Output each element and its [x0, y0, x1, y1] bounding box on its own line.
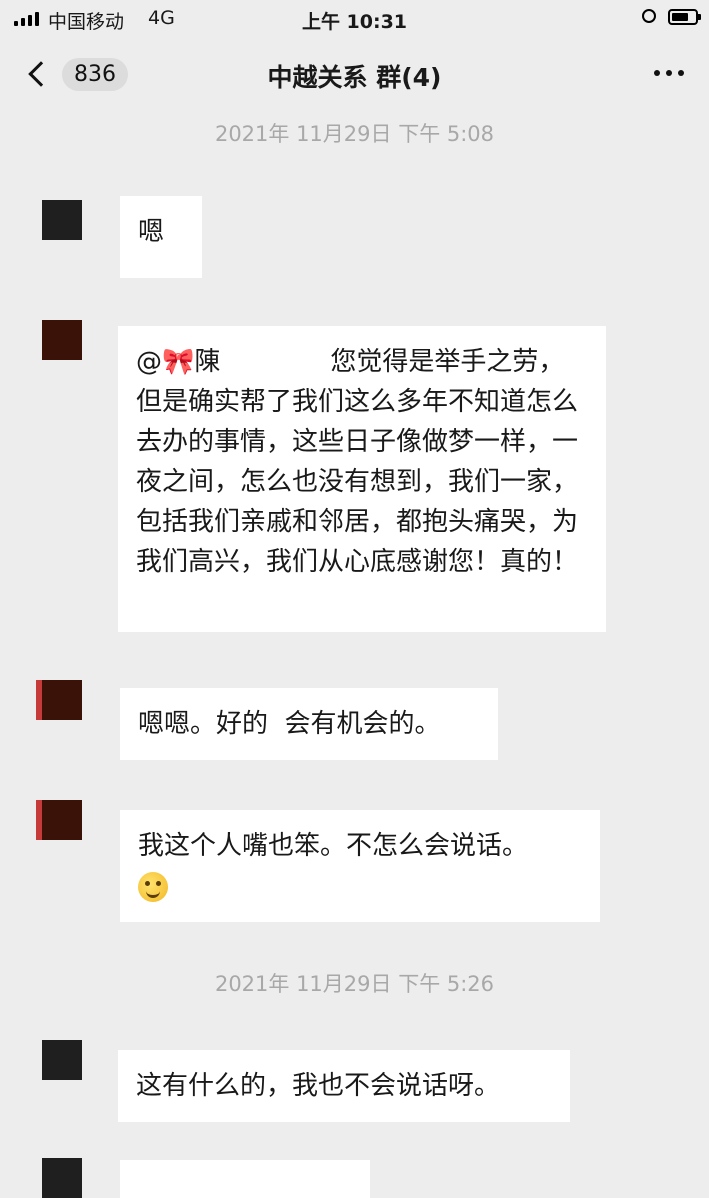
- message-text: 嗯嗯。好的 会有机会的。: [138, 709, 441, 739]
- avatar[interactable]: [42, 1040, 82, 1080]
- orientation-lock-icon: [642, 9, 656, 23]
- chat-timestamp: 2021年 11月29日 下午 5:08: [214, 122, 495, 146]
- message-bubble[interactable]: 这有什么的，我也不会说话呀。: [118, 1050, 570, 1122]
- avatar[interactable]: [42, 800, 82, 840]
- chat-timestamp: 2021年 11月29日 下午 5:26: [214, 972, 495, 996]
- status-time: 上午 10:31: [301, 11, 408, 33]
- status-bar: 中国移动 4G 上午 10:31: [0, 0, 709, 38]
- message-bubble[interactable]: [120, 1160, 370, 1198]
- avatar[interactable]: [42, 200, 82, 240]
- chat-header: 836 中越关系 群(4): [0, 40, 709, 110]
- avatar[interactable]: [42, 680, 82, 720]
- avatar[interactable]: [42, 1158, 82, 1198]
- message-text: @🎀陳 您觉得是举手之劳，但是确实帮了我们这么多年不知道怎么去办的事情，这些日子像…: [136, 347, 579, 577]
- laugh-cry-emoji-icon: [138, 871, 168, 902]
- more-dots-icon: [654, 70, 660, 76]
- message-bubble[interactable]: 我这个人嘴也笨。不怎么会说话。: [120, 810, 600, 922]
- avatar[interactable]: [42, 320, 82, 360]
- message-text: 嗯: [138, 217, 165, 247]
- message-bubble[interactable]: @🎀陳 您觉得是举手之劳，但是确实帮了我们这么多年不知道怎么去办的事情，这些日子像…: [118, 326, 606, 632]
- battery-icon: [668, 9, 701, 25]
- message-bubble[interactable]: 嗯嗯。好的 会有机会的。: [120, 688, 498, 760]
- message-bubble[interactable]: 嗯: [120, 196, 202, 278]
- more-options-button[interactable]: [654, 70, 684, 76]
- chat-title: 中越关系 群(4): [267, 63, 442, 92]
- message-text: 我这个人嘴也笨。不怎么会说话。: [138, 831, 529, 861]
- message-text: 这有什么的，我也不会说话呀。: [136, 1071, 501, 1101]
- mention-tag[interactable]: @🎀陳: [136, 347, 220, 377]
